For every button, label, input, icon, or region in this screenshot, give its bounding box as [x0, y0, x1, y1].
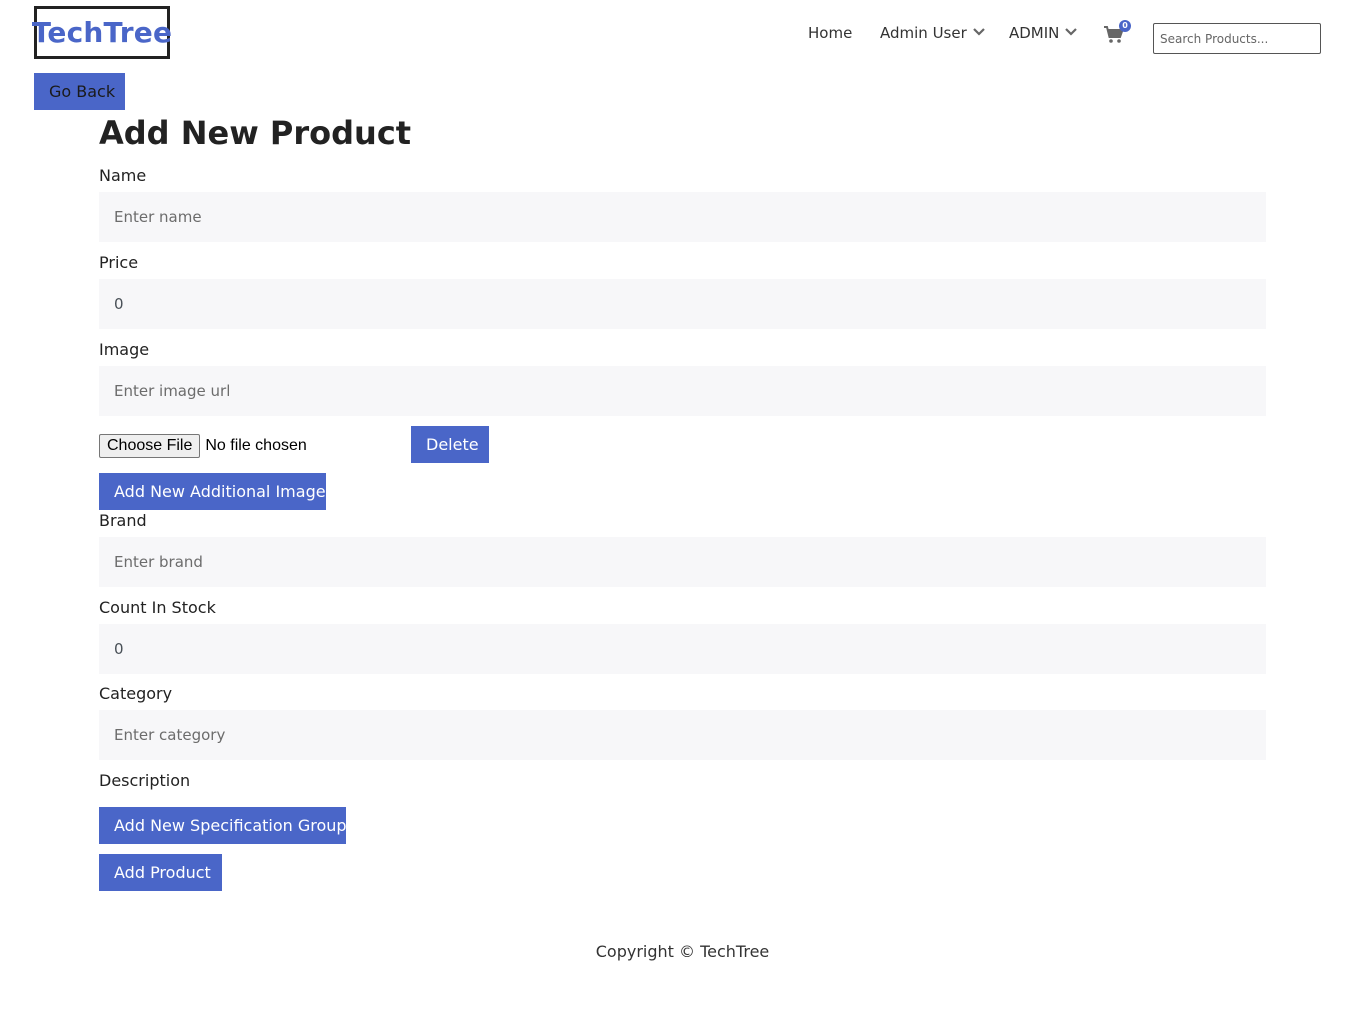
brand-label: Brand	[99, 511, 147, 530]
add-product-button[interactable]: Add Product	[99, 854, 222, 891]
file-chooser: Choose File No file chosen	[99, 434, 307, 458]
count-in-stock-label: Count In Stock	[99, 598, 216, 617]
logo-text: TechTree	[31, 16, 173, 49]
page-title: Add New Product	[99, 114, 412, 152]
logo[interactable]: TechTree	[31, 6, 173, 59]
footer-copyright: Copyright © TechTree	[595, 942, 770, 961]
add-specification-group-button[interactable]: Add New Specification Group	[99, 807, 347, 844]
category-input[interactable]	[99, 710, 1266, 760]
category-label: Category	[99, 684, 173, 703]
nav-home-label: Home	[808, 24, 853, 42]
brand-input[interactable]	[99, 537, 1266, 587]
choose-file-button[interactable]: Choose File	[99, 434, 201, 458]
add-additional-image-button[interactable]: Add New Additional Image	[99, 473, 326, 510]
cart-count-badge: 0	[1119, 20, 1131, 32]
name-label: Name	[99, 166, 147, 185]
search-input[interactable]	[1153, 23, 1321, 54]
count-in-stock-input[interactable]	[99, 624, 1266, 674]
price-input[interactable]	[99, 279, 1266, 329]
price-label: Price	[99, 253, 139, 272]
chevron-down-icon	[972, 28, 985, 36]
delete-image-button[interactable]: Delete	[411, 426, 489, 463]
image-url-input[interactable]	[99, 366, 1266, 416]
nav-admin-label: ADMIN	[1009, 24, 1060, 42]
nav-home-link[interactable]: Home	[808, 24, 852, 42]
description-label: Description	[99, 771, 191, 790]
chevron-down-icon	[1065, 28, 1078, 36]
nav-admin-user-dropdown[interactable]: Admin User	[880, 24, 985, 42]
file-status-text: No file chosen	[205, 437, 307, 454]
image-label: Image	[99, 340, 150, 359]
nav-admin-user-label: Admin User	[880, 24, 967, 42]
go-back-button[interactable]: Go Back	[34, 73, 125, 110]
name-input[interactable]	[99, 192, 1266, 242]
cart-button[interactable]: 0	[1104, 20, 1131, 48]
nav-admin-dropdown[interactable]: ADMIN	[1009, 24, 1078, 42]
